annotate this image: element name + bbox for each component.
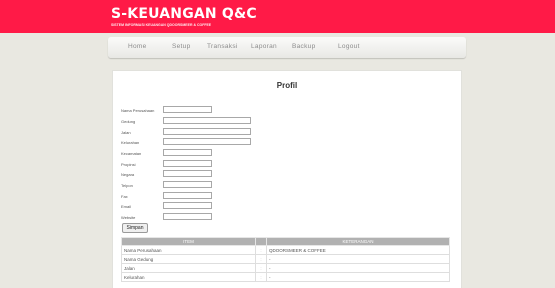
telpon-input[interactable] (163, 181, 212, 188)
nav-backup[interactable]: Backup (292, 43, 315, 51)
field-label: Nama Perusahaan (121, 108, 155, 113)
row-item: Jalan (121, 263, 256, 273)
profile-table: ITEM KETERANGAN Nama Perusahaan : QDOORS… (121, 237, 450, 282)
row-value: QDOORSMEER & COFFEE (266, 245, 450, 255)
nav-logout[interactable]: Logout (338, 43, 360, 51)
field-label: Kecamatan (121, 151, 142, 156)
nama-perusahaan-input[interactable] (163, 106, 212, 113)
negara-input[interactable] (163, 170, 212, 177)
field-label: Gedung (121, 119, 136, 124)
row-item: Nama Gedung (121, 254, 256, 264)
kelurahan-input[interactable] (163, 138, 251, 145)
app-subtitle: SISTEM INFORMASI KEUANGAN QDOORSMEER & C… (111, 23, 212, 27)
field-label: Website (121, 215, 136, 220)
gedung-input[interactable] (163, 117, 251, 124)
field-label: Negara (121, 172, 135, 177)
save-button[interactable]: Simpan (122, 223, 148, 233)
page-title: Profil (276, 81, 298, 90)
propinsi-input[interactable] (163, 160, 212, 167)
column-header-item: ITEM (121, 237, 256, 246)
column-header-keterangan: KETERANGAN (266, 237, 450, 246)
row-separator: : (255, 254, 267, 264)
row-value: - (266, 254, 450, 264)
field-label: Propinsi (121, 162, 136, 167)
nav-home[interactable]: Home (128, 43, 147, 51)
row-item: Nama Perusahaan (121, 245, 256, 255)
email-input[interactable] (163, 202, 212, 209)
table-row: Jalan : - (121, 263, 450, 273)
nav-laporan[interactable]: Laporan (251, 43, 277, 51)
nav-setup[interactable]: Setup (172, 43, 191, 51)
app-title: S-KEUANGAN Q&C (111, 6, 257, 22)
nav-transaksi[interactable]: Transaksi (207, 43, 238, 51)
row-value: - (266, 263, 450, 273)
table-header-row: ITEM KETERANGAN (121, 237, 450, 246)
app-header: S-KEUANGAN Q&C SISTEM INFORMASI KEUANGAN… (0, 0, 555, 33)
main-navbar: Home Setup Transaksi Laporan Backup Logo… (108, 37, 466, 58)
kecamatan-input[interactable] (163, 149, 212, 156)
website-input[interactable] (163, 213, 212, 220)
row-separator: : (255, 272, 267, 282)
column-header-separator (255, 237, 267, 246)
field-label: Kelurahan (121, 140, 140, 145)
row-item: Kelurahan (121, 272, 256, 282)
fax-input[interactable] (163, 192, 212, 199)
jalan-input[interactable] (163, 128, 251, 135)
field-label: Jalan (121, 130, 131, 135)
field-label: Fax (121, 194, 128, 199)
table-row: Nama Perusahaan : QDOORSMEER & COFFEE (121, 245, 450, 255)
row-separator: : (255, 263, 267, 273)
row-separator: : (255, 245, 267, 255)
main-content: Profil Nama Perusahaan Gedung Jalan Kelu… (112, 70, 462, 288)
table-row: Kelurahan : - (121, 272, 450, 282)
row-value: - (266, 272, 450, 282)
field-label: Telpon (121, 183, 133, 188)
table-row: Nama Gedung : - (121, 254, 450, 264)
field-label: Email (121, 204, 132, 209)
